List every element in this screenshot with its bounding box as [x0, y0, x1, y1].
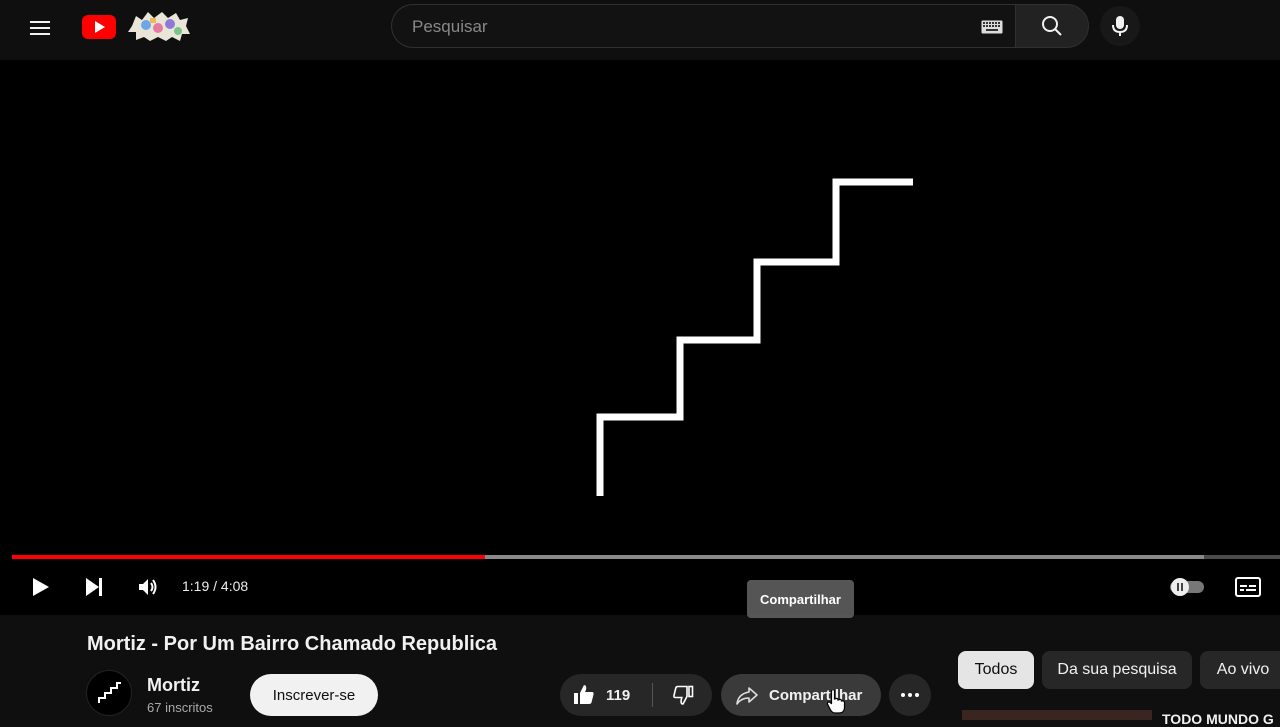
subscribe-button[interactable]: Inscrever-se [250, 674, 378, 716]
video-title: Mortiz - Por Um Bairro Chamado Republica [87, 633, 498, 655]
progress-played [12, 555, 485, 559]
more-horizontal-icon [901, 693, 919, 697]
video-frame-staircase [596, 178, 913, 496]
suggested-video-thumbnail[interactable] [962, 710, 1152, 720]
mute-button[interactable] [132, 572, 164, 602]
share-icon [736, 687, 758, 705]
video-player[interactable]: 1:19 / 4:08 Compartilhar [0, 60, 1280, 618]
menu-button[interactable] [24, 12, 56, 44]
time-display: 1:19 / 4:08 [182, 578, 248, 594]
channel-name[interactable]: Mortiz [147, 675, 200, 696]
play-icon [33, 578, 49, 596]
search-box [391, 4, 1015, 49]
more-actions-button[interactable] [889, 674, 931, 716]
volume-icon [139, 579, 157, 595]
keyboard-icon[interactable] [981, 20, 1003, 39]
chip-da-sua-pesquisa[interactable]: Da sua pesquisa [1042, 651, 1192, 689]
search-button[interactable] [1015, 4, 1089, 48]
hamburger-menu-icon [30, 21, 50, 35]
thumbs-up-icon [574, 685, 594, 704]
thumbs-down-icon [672, 685, 693, 705]
skip-next-icon [86, 578, 102, 596]
next-button[interactable] [78, 572, 110, 602]
doodle-logo-icon[interactable] [126, 10, 192, 42]
autoplay-toggle[interactable] [1166, 574, 1208, 600]
subscriber-count: 67 inscritos [147, 700, 213, 715]
staircase-avatar-icon [98, 682, 121, 703]
chip-ao-vivo[interactable]: Ao vivo [1200, 651, 1280, 689]
channel-avatar[interactable] [86, 670, 132, 716]
autoplay-toggle-icon [1170, 578, 1204, 596]
like-dislike-group: 119 [560, 674, 712, 716]
share-tooltip: Compartilhar [747, 580, 854, 618]
share-button[interactable]: Compartilhar [721, 674, 881, 716]
subtitles-button[interactable] [1232, 574, 1264, 600]
progress-bar[interactable] [12, 555, 1280, 559]
voice-search-button[interactable] [1100, 6, 1140, 46]
like-button[interactable]: 119 [560, 674, 652, 716]
masthead [0, 0, 1280, 56]
youtube-logo-icon[interactable] [82, 15, 116, 44]
dislike-button[interactable] [653, 674, 712, 716]
hand-cursor-icon [826, 688, 846, 719]
chip-todos[interactable]: Todos [958, 651, 1034, 689]
search-icon [1042, 16, 1062, 36]
suggested-video-title[interactable]: TODO MUNDO G [1162, 711, 1274, 727]
like-count: 119 [606, 686, 631, 704]
subtitles-icon [1235, 577, 1261, 597]
play-button[interactable] [24, 572, 56, 602]
microphone-icon [1112, 16, 1128, 36]
search-input[interactable] [410, 5, 974, 49]
share-label: Compartilhar [769, 686, 863, 704]
time-text: 1:19 / 4:08 [182, 578, 249, 594]
